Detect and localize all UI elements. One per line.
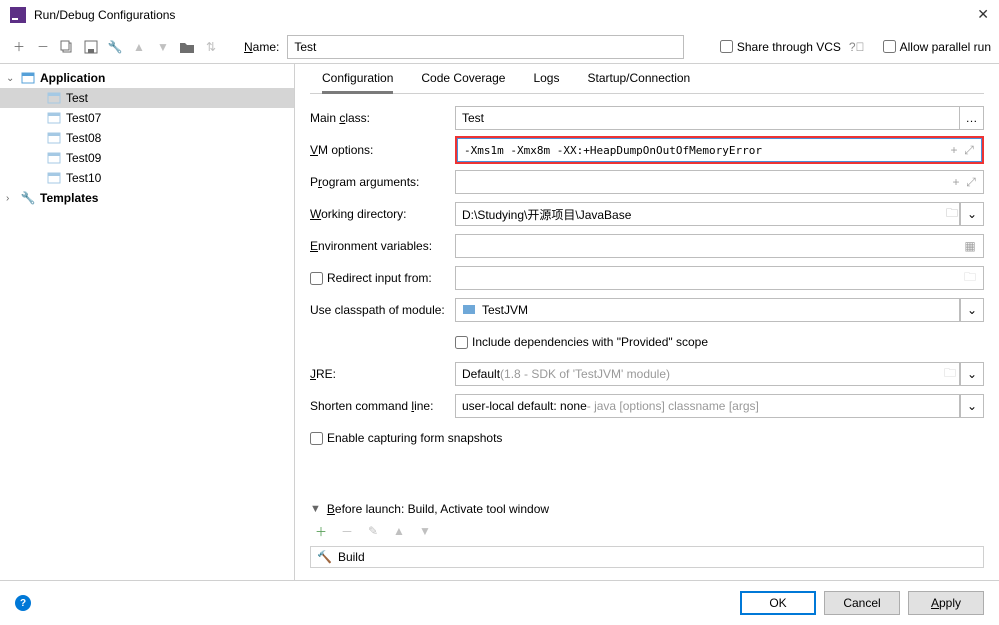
module-icon [462,302,476,319]
app-logo-icon [10,7,26,23]
help-button[interactable]: ? [15,595,31,611]
tabs: Configuration Code Coverage Logs Startup… [310,64,984,94]
working-dir-input[interactable] [455,202,960,226]
expand-icon[interactable]: ⤢ [961,143,977,158]
sidebar-label: Templates [40,191,98,205]
sort-icon[interactable]: ⇅ [200,36,222,58]
sidebar-item-test10[interactable]: Test10 [0,168,294,188]
main: ⌄ Application Test Test07 Test08 Test09 … [0,63,999,580]
sidebar: ⌄ Application Test Test07 Test08 Test09 … [0,64,295,580]
config-form: Main class: … VM options: +⤢ Program arg… [310,94,984,452]
collapse-icon[interactable]: ▼ [310,503,321,515]
redirect-input-checkbox[interactable]: Redirect input from: [310,271,455,285]
jre-select[interactable]: Default (1.8 - SDK of 'TestJVM' module) [455,362,960,386]
wrench-icon[interactable]: 🔧 [104,36,126,58]
tab-configuration[interactable]: Configuration [322,71,393,94]
list-icon[interactable]: ▦ [962,239,978,253]
env-vars-input[interactable] [455,234,984,258]
share-help-icon[interactable]: ?⃝ [849,40,865,54]
application-icon [46,110,62,126]
sidebar-item-templates[interactable]: › 🔧 Templates [0,188,294,208]
vm-options-label: VM options: [310,143,455,157]
classpath-label: Use classpath of module: [310,303,455,317]
application-icon [46,170,62,186]
working-dir-label: Working directory: [310,207,455,221]
before-launch-header: Before launch: Build, Activate tool wind… [327,502,549,516]
redirect-input-label: Redirect input from: [310,271,455,285]
chevron-right-icon: › [6,193,16,204]
folder-icon[interactable]: 🗀 [942,364,958,385]
window-title: Run/Debug Configurations [34,8,977,22]
classpath-select[interactable]: TestJVM [455,298,960,322]
sidebar-label: Application [40,71,105,85]
before-launch-section: ▼ Before launch: Build, Activate tool wi… [310,502,984,580]
working-dir-dropdown[interactable]: ⌄ [960,202,984,226]
bl-add-button[interactable]: ＋ [310,520,332,542]
share-vcs-checkbox[interactable]: Share through VCS [720,40,841,54]
toolbar: ＋ － 🔧 ▲ ▼ ⇅ Name: Share through VCS ?⃝ A… [0,30,999,63]
move-down-button[interactable]: ▼ [152,36,174,58]
sidebar-item-test09[interactable]: Test09 [0,148,294,168]
name-row: Name: Share through VCS ?⃝ Allow paralle… [244,35,991,59]
main-class-label: Main class: [310,111,455,125]
remove-config-button[interactable]: － [32,36,54,58]
sidebar-item-application[interactable]: ⌄ Application [0,68,294,88]
save-config-button[interactable] [80,36,102,58]
program-args-input[interactable] [455,170,984,194]
env-vars-label: Environment variables: [310,239,455,253]
chevron-down-icon: ⌄ [6,73,16,84]
application-icon [46,150,62,166]
tab-logs[interactable]: Logs [533,71,559,93]
ok-button[interactable]: OK [740,591,816,615]
shorten-cli-dropdown[interactable]: ⌄ [960,394,984,418]
add-config-button[interactable]: ＋ [8,36,30,58]
move-up-button[interactable]: ▲ [128,36,150,58]
bl-remove-button[interactable]: － [336,520,358,542]
name-label: Name: [244,40,279,54]
macro-insert-icon[interactable]: + [948,175,964,189]
folder-icon[interactable]: 🗀 [944,204,960,225]
folder-icon[interactable] [176,36,198,58]
titlebar: Run/Debug Configurations ✕ [0,0,999,30]
sidebar-item-test08[interactable]: Test08 [0,128,294,148]
bl-down-button[interactable]: ▼ [414,520,436,542]
name-input[interactable] [287,35,684,59]
folder-icon: 🗀 [962,268,978,289]
hammer-icon: 🔨 [317,550,332,564]
tab-startup-connection[interactable]: Startup/Connection [587,71,690,93]
footer: ? OK Cancel Apply [0,580,999,625]
apply-button[interactable]: Apply [908,591,984,615]
jre-label: JRE: [310,367,455,381]
expand-icon[interactable]: ⤢ [963,175,979,190]
tab-code-coverage[interactable]: Code Coverage [421,71,505,93]
vm-options-input[interactable] [457,138,982,162]
parallel-run-checkbox[interactable]: Allow parallel run [883,40,991,54]
bl-edit-button[interactable]: ✎ [362,520,384,542]
close-icon[interactable]: ✕ [977,6,989,23]
shorten-cli-select[interactable]: user-local default: none - java [options… [455,394,960,418]
redirect-input-path [455,266,984,290]
content: Configuration Code Coverage Logs Startup… [295,64,999,580]
browse-class-button[interactable]: … [960,106,984,130]
main-class-input[interactable] [455,106,960,130]
copy-config-button[interactable] [56,36,78,58]
sidebar-item-test07[interactable]: Test07 [0,108,294,128]
sidebar-item-test[interactable]: Test [0,88,294,108]
include-provided-checkbox[interactable]: Include dependencies with "Provided" sco… [455,335,708,349]
application-icon [46,90,62,106]
before-launch-item[interactable]: 🔨 Build [310,546,984,568]
jre-dropdown[interactable]: ⌄ [960,362,984,386]
classpath-dropdown[interactable]: ⌄ [960,298,984,322]
application-icon [46,130,62,146]
macro-insert-icon[interactable]: + [946,143,962,157]
application-icon [20,70,36,86]
wrench-icon: 🔧 [20,190,36,206]
bl-up-button[interactable]: ▲ [388,520,410,542]
enable-snapshots-checkbox[interactable]: Enable capturing form snapshots [310,431,502,445]
cancel-button[interactable]: Cancel [824,591,900,615]
program-args-label: Program arguments: [310,175,455,189]
shorten-cli-label: Shorten command line: [310,399,455,413]
